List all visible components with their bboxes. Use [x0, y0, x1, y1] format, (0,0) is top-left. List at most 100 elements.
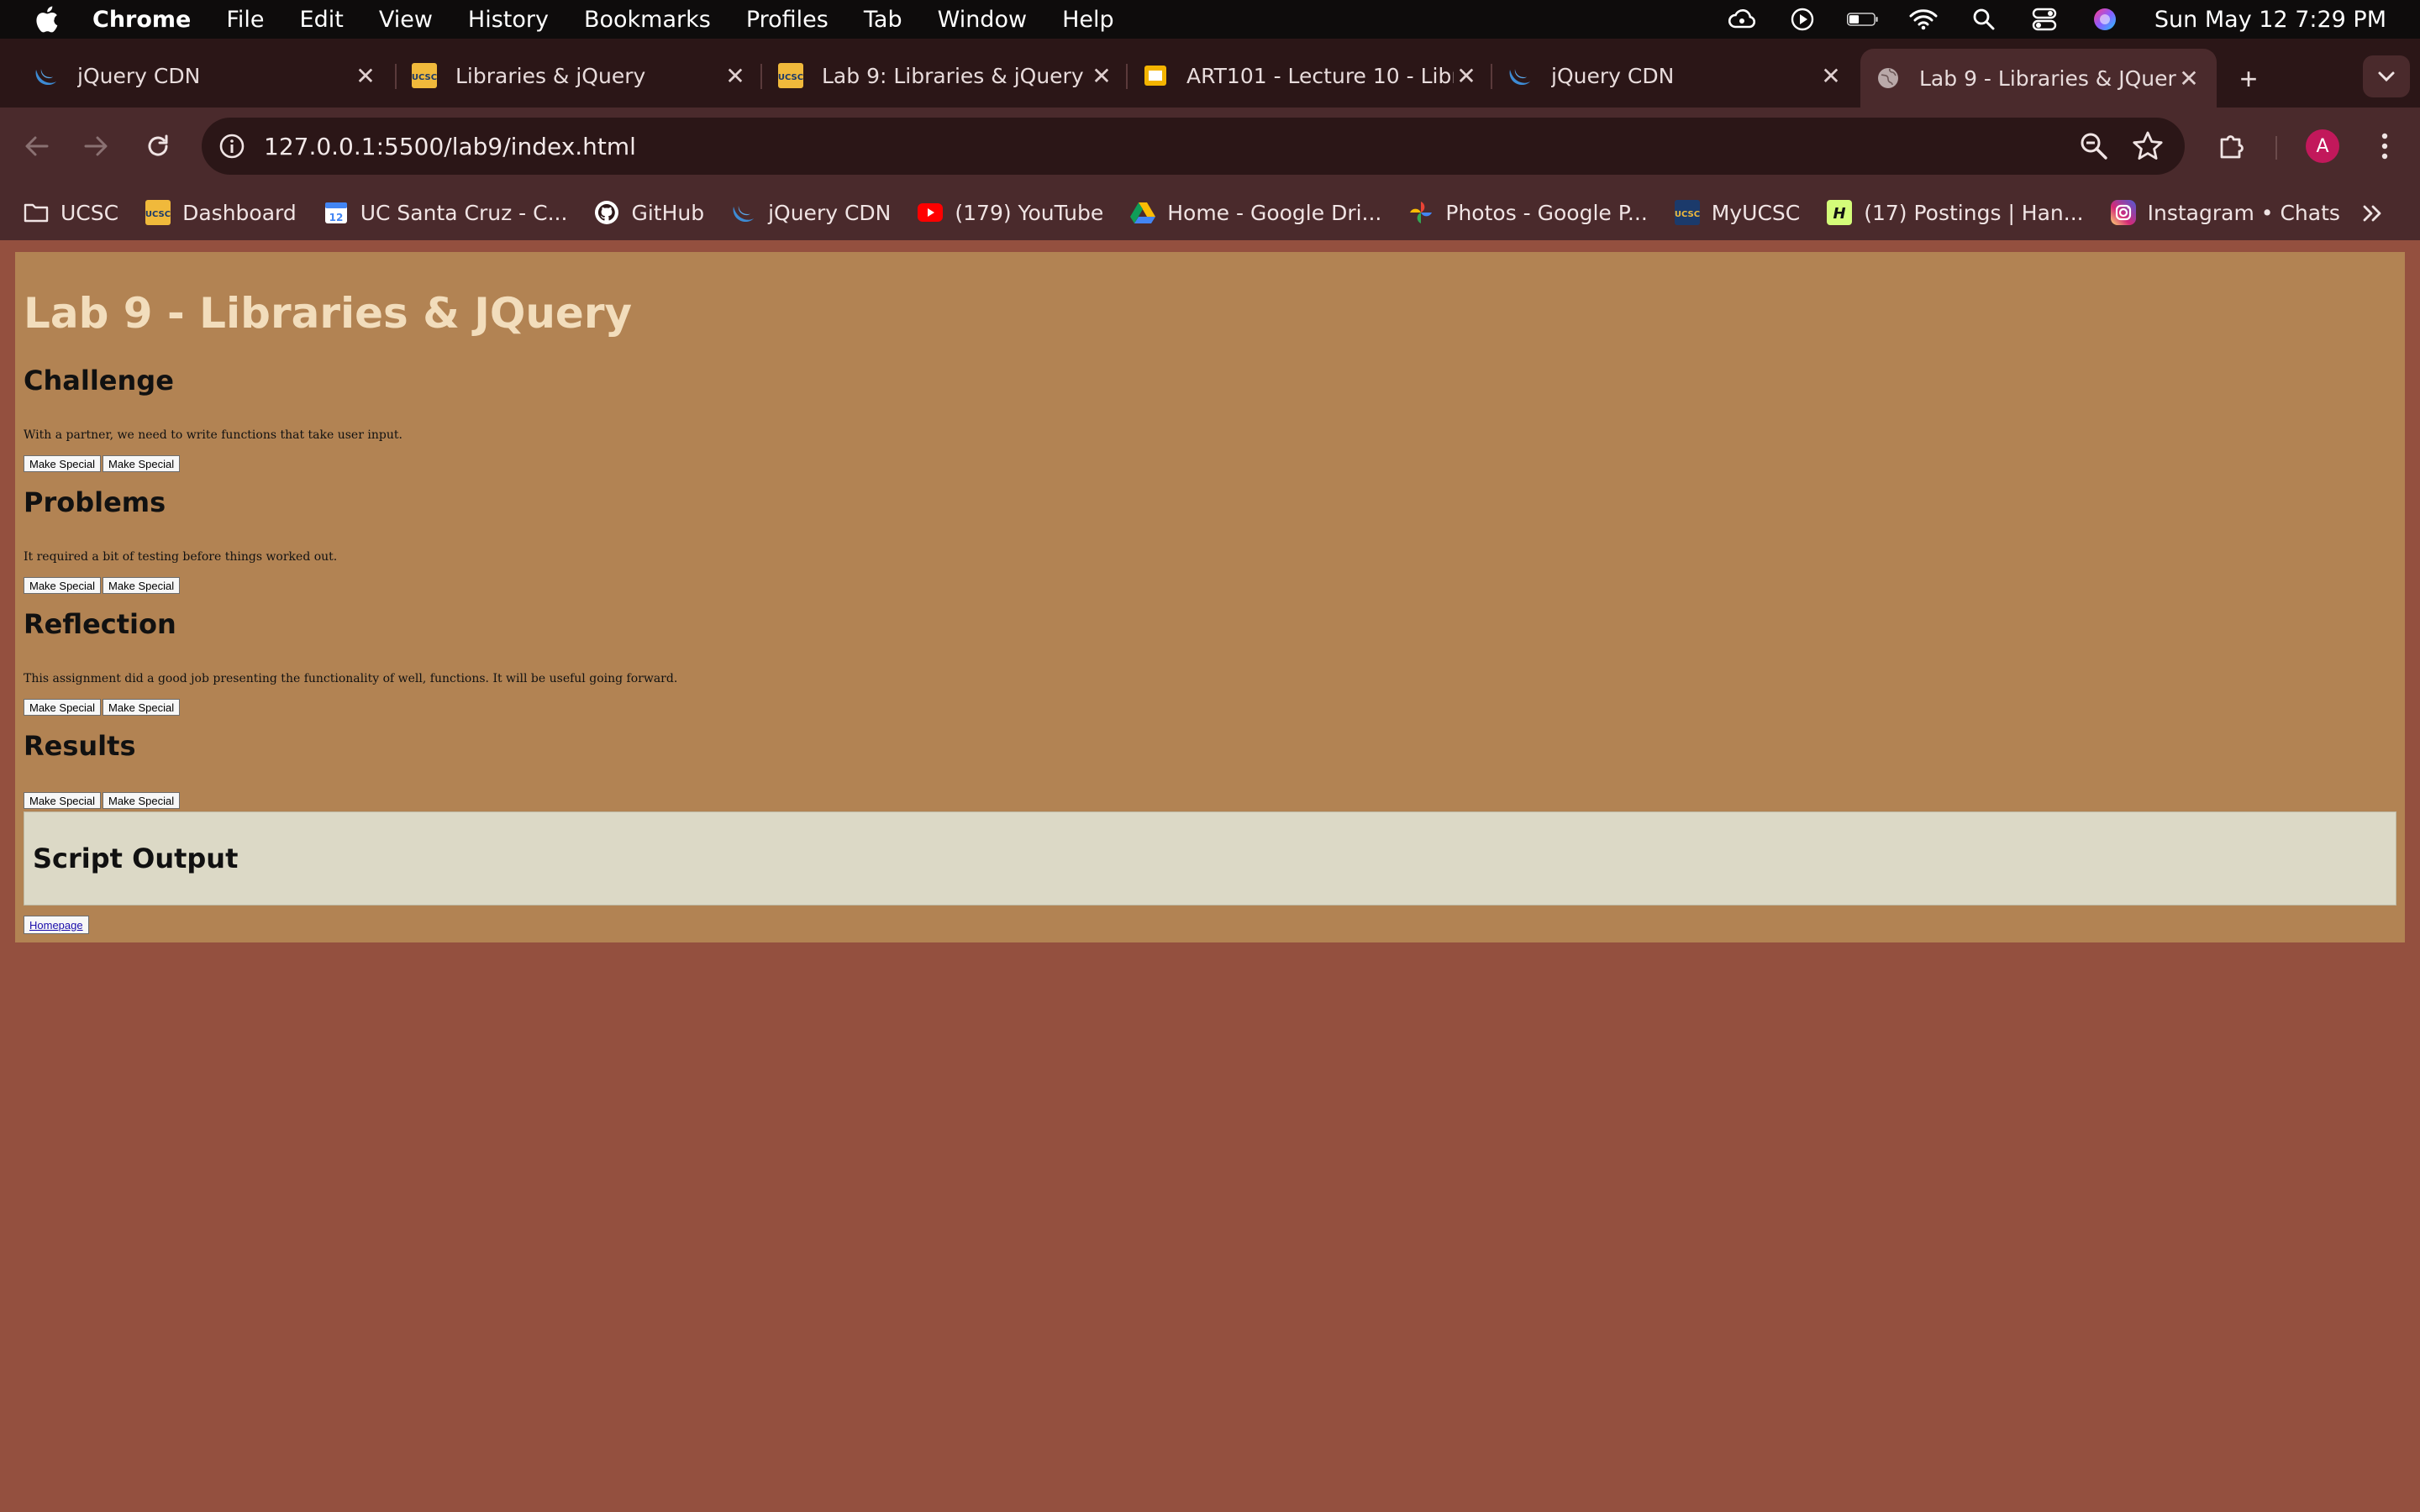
- site-info-icon[interactable]: [215, 129, 249, 163]
- jquery-icon: [731, 200, 756, 225]
- make-special-button[interactable]: Make Special: [103, 577, 181, 594]
- tab-jquery-cdn-2[interactable]: jQuery CDN ✕: [1507, 50, 1844, 101]
- tab-title: Libraries & jQuery: [455, 63, 646, 88]
- tab-jquery-cdn-1[interactable]: jQuery CDN ✕: [34, 50, 378, 101]
- bookmark-label: jQuery CDN: [768, 200, 892, 225]
- tab-separator: [395, 64, 397, 89]
- make-special-button[interactable]: Make Special: [24, 699, 102, 716]
- bookmark-dashboard[interactable]: UCSC Dashboard: [145, 200, 297, 225]
- reload-icon: [148, 134, 168, 156]
- make-special-button[interactable]: Make Special: [103, 792, 181, 809]
- chrome-menu-button[interactable]: [2365, 126, 2405, 166]
- bookmark-google-photos[interactable]: Photos - Google P...: [1408, 200, 1648, 225]
- bookmark-ucsc-folder[interactable]: UCSC: [24, 200, 118, 225]
- section-heading-problems: Problems: [24, 486, 166, 518]
- reload-button[interactable]: [138, 126, 178, 166]
- tab-strip: jQuery CDN ✕ UCSC Libraries & jQuery ✕ U…: [0, 39, 2420, 108]
- tab-lab9-libraries-jquery[interactable]: UCSC Lab 9: Libraries & jQuery ✕: [778, 50, 1114, 101]
- close-icon[interactable]: ✕: [1089, 62, 1114, 90]
- menu-bookmarks[interactable]: Bookmarks: [584, 7, 711, 33]
- status-area: Sun May 12 7:29 PM: [1726, 0, 2386, 39]
- bookmark-google-drive[interactable]: Home - Google Dri...: [1130, 200, 1381, 225]
- zoom-icon[interactable]: [2077, 129, 2111, 163]
- control-center-icon[interactable]: [2028, 7, 2060, 32]
- chevron-double-right-icon: [2363, 205, 2381, 222]
- menu-history[interactable]: History: [468, 7, 549, 33]
- bookmark-label: UCSC: [60, 200, 119, 225]
- extensions-button[interactable]: [2212, 126, 2252, 166]
- svg-text:UCSC: UCSC: [412, 73, 437, 82]
- play-circle-icon[interactable]: [1786, 7, 1818, 32]
- page-content: Lab 9 - Libraries & JQuery Challenge Wit…: [15, 252, 2405, 942]
- bookmark-label: (179) YouTube: [955, 200, 1104, 225]
- bookmark-handshake[interactable]: H (17) Postings | Han...: [1827, 200, 2084, 225]
- button-row-reflection: Make Special Make Special: [24, 699, 181, 716]
- siri-icon[interactable]: [2089, 7, 2121, 32]
- make-special-button[interactable]: Make Special: [103, 455, 181, 472]
- tab-search-button[interactable]: [2363, 55, 2410, 97]
- arrow-left-icon: [25, 136, 49, 156]
- apple-icon[interactable]: [34, 5, 59, 34]
- bookmark-uc-santa-cruz[interactable]: 12 UC Santa Cruz - C...: [324, 200, 567, 225]
- close-icon[interactable]: ✕: [723, 62, 748, 90]
- bookmark-label: Photos - Google P...: [1445, 200, 1648, 225]
- bookmark-github[interactable]: GitHub: [594, 200, 704, 225]
- make-special-button[interactable]: Make Special: [24, 455, 102, 472]
- close-icon[interactable]: ✕: [1818, 62, 1844, 90]
- menu-help[interactable]: Help: [1062, 7, 1114, 33]
- tab-title: Lab 9 - Libraries & JQuery: [1919, 66, 2176, 91]
- more-bookmarks-button[interactable]: [2356, 197, 2390, 230]
- bookmark-myucsc[interactable]: UCSC MyUCSC: [1674, 200, 1800, 225]
- svg-text:12: 12: [329, 212, 343, 223]
- more-vertical-icon: [2381, 133, 2388, 160]
- menu-tab[interactable]: Tab: [864, 7, 902, 33]
- tab-title: jQuery CDN: [77, 63, 201, 88]
- google-photos-icon: [1408, 200, 1434, 225]
- menubar-datetime[interactable]: Sun May 12 7:29 PM: [2154, 7, 2386, 33]
- address-bar[interactable]: 127.0.0.1:5500/lab9/index.html: [202, 118, 2185, 175]
- menu-file[interactable]: File: [226, 7, 264, 33]
- menu-window[interactable]: Window: [938, 7, 1027, 33]
- slides-icon: [1143, 63, 1168, 88]
- close-icon[interactable]: ✕: [353, 62, 378, 90]
- bookmark-instagram[interactable]: Instagram • Chats: [2110, 200, 2340, 225]
- button-row-challenge: Make Special Make Special: [24, 455, 181, 472]
- menu-profiles[interactable]: Profiles: [746, 7, 829, 33]
- tab-libraries-jquery[interactable]: UCSC Libraries & jQuery ✕: [412, 50, 748, 101]
- back-button[interactable]: [17, 126, 57, 166]
- menu-app-name[interactable]: Chrome: [92, 7, 191, 33]
- bookmark-jquery-cdn[interactable]: jQuery CDN: [731, 200, 891, 225]
- make-special-button[interactable]: Make Special: [24, 577, 102, 594]
- wifi-icon[interactable]: [1907, 7, 1939, 32]
- globe-icon: [1876, 66, 1901, 91]
- folder-icon: [24, 200, 49, 225]
- bookmark-star-icon[interactable]: [2131, 129, 2165, 163]
- creative-cloud-icon[interactable]: [1726, 7, 1758, 32]
- make-special-button[interactable]: Make Special: [103, 699, 181, 716]
- macos-menubar: Chrome File Edit View History Bookmarks …: [0, 0, 2420, 39]
- new-tab-button[interactable]: +: [2232, 61, 2265, 96]
- make-special-button[interactable]: Make Special: [24, 792, 102, 809]
- bookmark-label: GitHub: [631, 200, 705, 225]
- browser-toolbar: 127.0.0.1:5500/lab9/index.html A: [0, 108, 2420, 185]
- page-viewport: Lab 9 - Libraries & JQuery Challenge Wit…: [0, 240, 2420, 1512]
- spotlight-search-icon[interactable]: [1968, 7, 2000, 32]
- forward-button[interactable]: [76, 126, 116, 166]
- bookmark-label: (17) Postings | Han...: [1864, 200, 2084, 225]
- menu-edit[interactable]: Edit: [300, 7, 344, 33]
- tab-art101-lecture[interactable]: ART101 - Lecture 10 - Libr ✕: [1143, 50, 1479, 101]
- url-text[interactable]: 127.0.0.1:5500/lab9/index.html: [264, 133, 636, 160]
- close-icon[interactable]: ✕: [1454, 62, 1479, 90]
- bookmark-youtube[interactable]: (179) YouTube: [918, 200, 1103, 225]
- jquery-icon: [34, 63, 59, 88]
- homepage-link[interactable]: Homepage: [24, 916, 89, 934]
- profile-button[interactable]: A: [2302, 126, 2343, 166]
- bookmark-label: Instagram • Chats: [2147, 200, 2340, 225]
- battery-icon[interactable]: [1846, 7, 1879, 32]
- ucsc-icon: UCSC: [412, 63, 437, 88]
- menu-view[interactable]: View: [379, 7, 433, 33]
- tab-title: Lab 9: Libraries & jQuery: [822, 63, 1084, 88]
- close-icon[interactable]: ✕: [2176, 65, 2202, 92]
- svg-text:UCSC: UCSC: [145, 210, 171, 219]
- tab-lab9-active[interactable]: Lab 9 - Libraries & JQuery ✕: [1860, 49, 2217, 108]
